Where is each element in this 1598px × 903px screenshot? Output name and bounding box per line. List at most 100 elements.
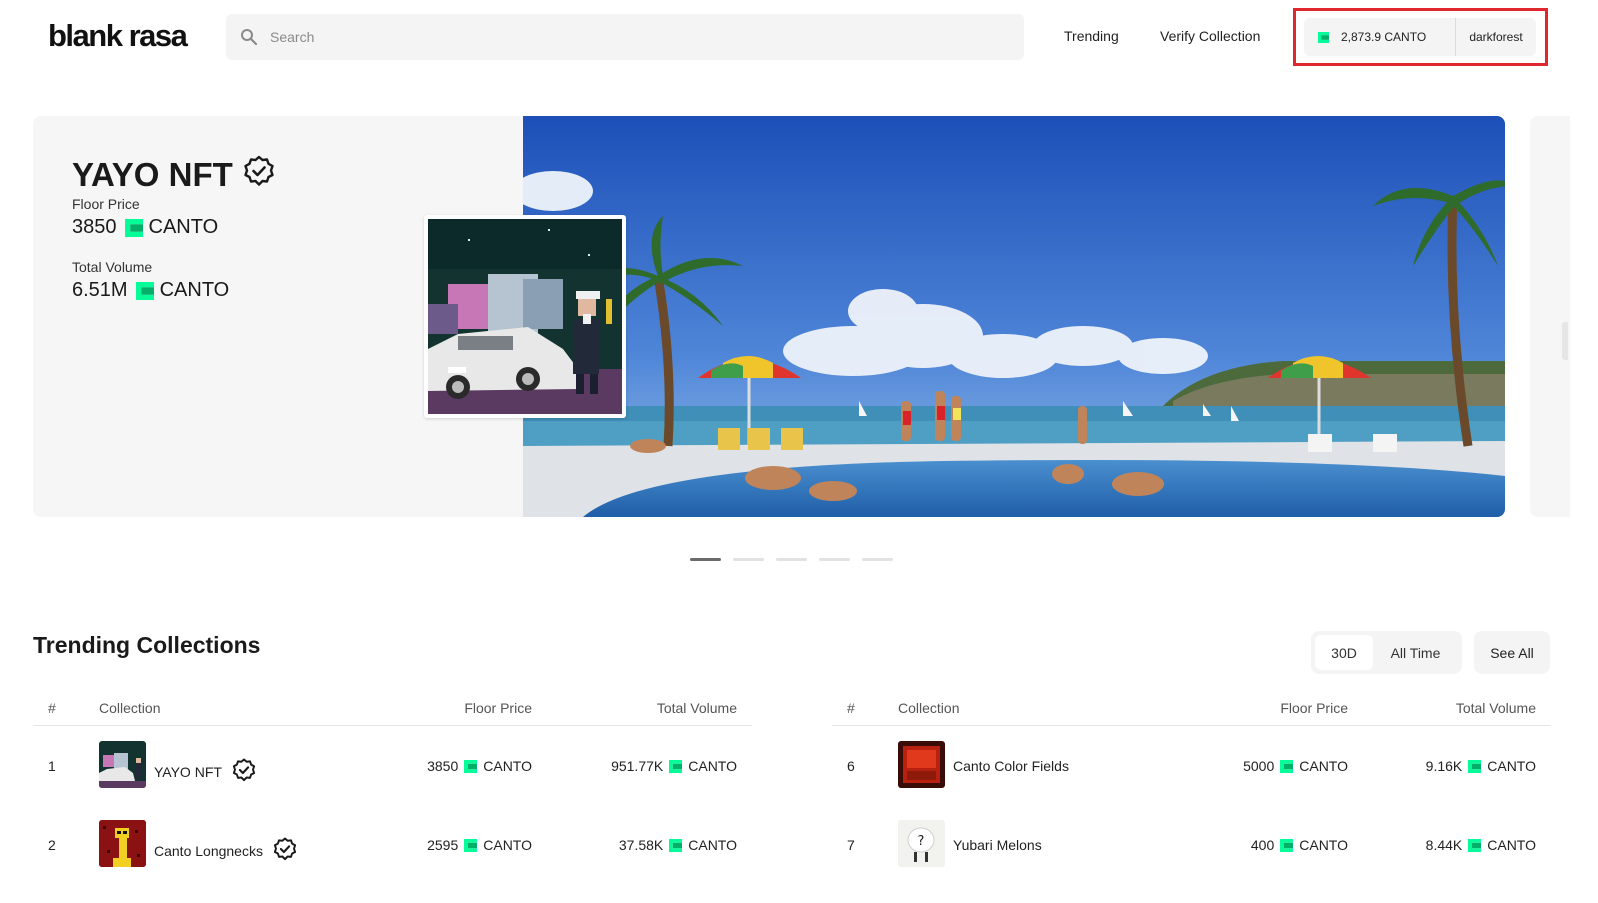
hero-volume-unit: CANTO: [159, 279, 230, 301]
nav-trending-link[interactable]: Trending: [1064, 28, 1119, 44]
table-row[interactable]: 2 Canto Longnecks 2595 CANTO 37.58K CANT…: [33, 805, 752, 884]
collection-name[interactable]: Canto Longnecks: [154, 837, 297, 864]
row-rank: 1: [48, 758, 56, 774]
collection-name-text: Canto Longnecks: [154, 842, 263, 859]
collection-thumbnail: [898, 741, 945, 788]
verified-badge-icon: [273, 837, 297, 864]
hero-collection-thumbnail[interactable]: [424, 215, 626, 418]
volume-value: 8.44K: [1425, 837, 1463, 853]
table-row[interactable]: 7 ? Yubari Melons 400 CANTO 8.44K CANTO: [832, 805, 1551, 884]
table-row[interactable]: 1 YAYO NFT 3850 CANTO 951.77K CANTO: [33, 726, 752, 805]
col-rank-header: #: [847, 700, 855, 716]
col-collection-header: Collection: [898, 700, 960, 716]
search-icon: [241, 29, 258, 46]
collection-thumbnail: ?: [898, 820, 945, 867]
carousel-indicators: [690, 558, 893, 561]
wallet-balance-value: 2,873.9 CANTO: [1341, 30, 1427, 44]
collection-thumbnail: [99, 820, 146, 867]
canto-icon: [1468, 838, 1482, 852]
carousel-dot[interactable]: [733, 558, 764, 561]
carousel-dot[interactable]: [690, 558, 721, 561]
wallet-account-button[interactable]: darkforest: [1456, 30, 1536, 44]
col-volume-header: Total Volume: [1455, 700, 1536, 716]
volume-unit: CANTO: [688, 837, 737, 853]
search-bar[interactable]: [226, 14, 1024, 60]
row-floor-price: 5000 CANTO: [1243, 758, 1348, 774]
search-input[interactable]: [270, 14, 970, 60]
carousel-dot[interactable]: [862, 558, 893, 561]
table-header: # Collection Floor Price Total Volume: [832, 692, 1551, 726]
volume-value: 9.16K: [1425, 758, 1463, 774]
row-total-volume: 951.77K CANTO: [611, 758, 737, 774]
col-collection-header: Collection: [99, 700, 161, 716]
floor-value: 3850: [427, 758, 459, 774]
canto-icon: [135, 281, 154, 300]
wallet-balance[interactable]: 2,873.9 CANTO: [1304, 18, 1456, 56]
row-rank: 2: [48, 837, 56, 853]
verified-badge-icon: [243, 155, 275, 195]
canto-icon: [464, 759, 478, 773]
carousel-dot[interactable]: [819, 558, 850, 561]
canto-icon: [1280, 759, 1294, 773]
table-row[interactable]: 6 Canto Color Fields 5000 CANTO 9.16K CA…: [832, 726, 1551, 805]
svg-text:?: ?: [918, 834, 925, 849]
collection-name[interactable]: Canto Color Fields: [953, 758, 1069, 774]
canto-icon: [1318, 31, 1329, 43]
collection-name-text: Yubari Melons: [953, 837, 1042, 853]
canto-icon: [1280, 838, 1294, 852]
canto-icon: [464, 838, 478, 852]
filter-30d-button[interactable]: 30D: [1315, 635, 1373, 670]
volume-unit: CANTO: [1487, 758, 1536, 774]
col-floor-header: Floor Price: [464, 700, 532, 716]
row-total-volume: 8.44K CANTO: [1426, 837, 1536, 853]
site-logo[interactable]: blank rasa: [48, 18, 188, 54]
row-total-volume: 9.16K CANTO: [1426, 758, 1536, 774]
table-header: # Collection Floor Price Total Volume: [33, 692, 752, 726]
col-floor-header: Floor Price: [1280, 700, 1348, 716]
col-volume-header: Total Volume: [656, 700, 737, 716]
volume-unit: CANTO: [688, 758, 737, 774]
hero-collection-title[interactable]: YAYO NFT: [72, 155, 275, 195]
col-rank-header: #: [48, 700, 56, 716]
row-floor-price: 3850 CANTO: [427, 758, 532, 774]
hero-banner-image[interactable]: [523, 116, 1505, 517]
canto-icon: [1468, 759, 1482, 773]
time-range-toggle: 30D All Time: [1311, 631, 1462, 674]
carousel-dot[interactable]: [776, 558, 807, 561]
hero-volume-label: Total Volume: [72, 259, 153, 275]
canto-icon: [669, 838, 683, 852]
floor-value: 5000: [1243, 758, 1275, 774]
floor-value: 400: [1250, 837, 1275, 853]
volume-unit: CANTO: [1487, 837, 1536, 853]
hero-title-text: YAYO NFT: [72, 156, 233, 193]
nav-verify-collection-link[interactable]: Verify Collection: [1160, 28, 1260, 44]
row-rank: 7: [847, 837, 855, 853]
next-slide-preview[interactable]: [1530, 116, 1570, 517]
canto-icon: [669, 759, 683, 773]
collection-name[interactable]: Yubari Melons: [953, 837, 1042, 853]
top-navbar: blank rasa Trending Verify Collection 2,…: [0, 0, 1598, 76]
floor-unit: CANTO: [483, 837, 532, 853]
next-slide-handle[interactable]: [1562, 322, 1568, 360]
collection-thumbnail: [99, 741, 146, 788]
row-floor-price: 2595 CANTO: [427, 837, 532, 853]
floor-unit: CANTO: [483, 758, 532, 774]
see-all-button[interactable]: See All: [1474, 631, 1550, 674]
collection-name-text: Canto Color Fields: [953, 758, 1069, 774]
row-total-volume: 37.58K CANTO: [619, 837, 737, 853]
trending-table-right: # Collection Floor Price Total Volume 6 …: [832, 692, 1551, 903]
filter-all-time-button[interactable]: All Time: [1373, 635, 1458, 670]
floor-unit: CANTO: [1299, 758, 1348, 774]
row-rank: 6: [847, 758, 855, 774]
collection-name-text: YAYO NFT: [154, 763, 222, 780]
hero-floor-value: 3850 CANTO: [72, 216, 218, 239]
trending-table-left: # Collection Floor Price Total Volume 1 …: [33, 692, 752, 903]
hero-floor-number: 3850: [72, 216, 117, 238]
hero-volume-number: 6.51M: [72, 279, 128, 301]
trending-section-title: Trending Collections: [33, 632, 261, 658]
canto-icon: [124, 218, 143, 237]
floor-unit: CANTO: [1299, 837, 1348, 853]
volume-value: 951.77K: [611, 758, 664, 774]
wallet-widget[interactable]: 2,873.9 CANTO darkforest: [1304, 18, 1536, 56]
collection-name[interactable]: YAYO NFT: [154, 758, 256, 785]
